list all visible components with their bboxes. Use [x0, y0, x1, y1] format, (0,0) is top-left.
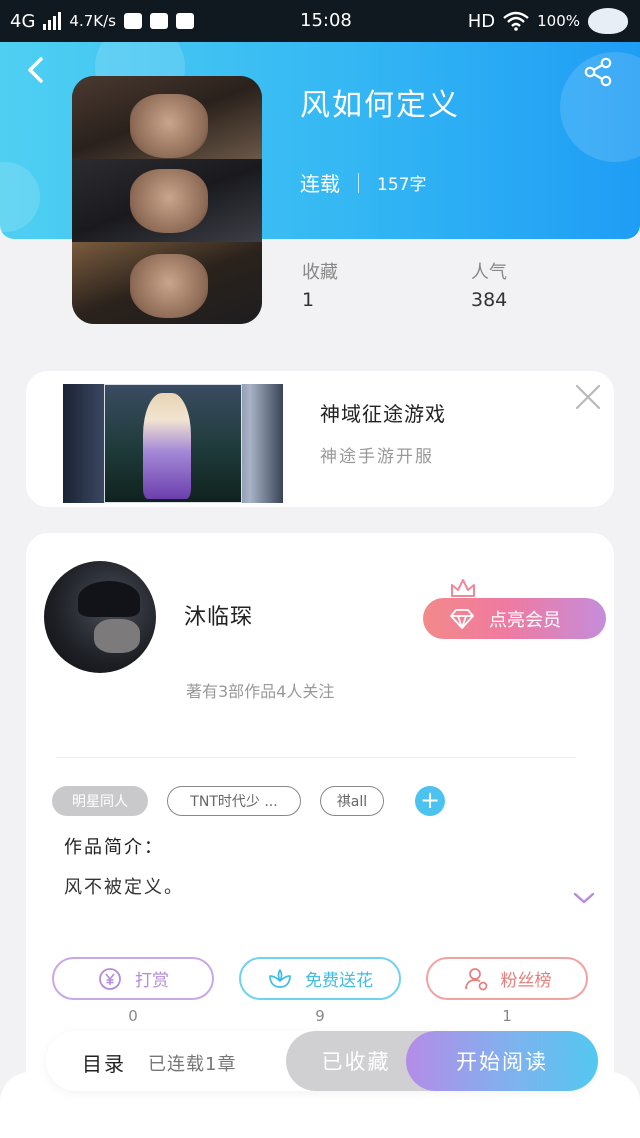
reward-button[interactable]: 打赏	[52, 957, 214, 1000]
ad-title[interactable]: 神域征途游戏	[320, 398, 446, 427]
fan-count: 1	[502, 1007, 512, 1025]
author-card: 沐临琛 著有3部作品4人关注 点亮会员 明星同人 TNT时代少 ... 祺all…	[26, 533, 614, 1093]
chapter-status: 已连载1章	[148, 1054, 237, 1075]
vip-button-label: 点亮会员	[489, 609, 561, 631]
book-title: 风如何定义	[300, 88, 460, 123]
bottom-action-bar: 目录 已连载1章 已收藏 开始阅读	[46, 1031, 598, 1091]
status-divider	[358, 172, 359, 193]
share-icon[interactable]	[582, 56, 614, 88]
crown-icon	[451, 579, 475, 597]
network-type: 4G	[10, 10, 36, 32]
cover-panel	[72, 76, 262, 159]
vip-button[interactable]: 点亮会员	[423, 598, 606, 639]
hd-indicator: HD	[467, 10, 496, 32]
cover-panel	[72, 159, 262, 242]
serial-status: 连载	[300, 172, 340, 196]
reward-label: 打赏	[135, 971, 169, 991]
chevron-down-icon[interactable]	[572, 889, 596, 907]
flower-icon	[269, 968, 291, 988]
word-count: 157字	[377, 175, 427, 195]
plus-icon[interactable]: +	[415, 786, 445, 816]
avatar-hat	[78, 581, 140, 617]
yen-coin-icon	[99, 967, 121, 990]
back-arrow-icon[interactable]	[22, 55, 52, 85]
book-cover[interactable]	[72, 76, 262, 324]
battery-level: 100%	[537, 12, 580, 30]
book-status-row: 连载 157字	[300, 168, 426, 197]
popularity-label: 人气	[471, 262, 507, 283]
wifi-icon	[503, 11, 529, 31]
decorative-bubble	[0, 162, 40, 232]
ad-subtitle: 神途手游开服	[320, 447, 434, 467]
send-flower-button[interactable]: 免费送花	[239, 957, 401, 1000]
intro-label: 作品简介：	[64, 837, 164, 858]
whale-icon	[588, 8, 628, 34]
start-reading-button[interactable]: 开始阅读	[406, 1031, 598, 1091]
reward-count: 0	[128, 1007, 138, 1025]
fan-ranking-label: 粉丝榜	[500, 971, 552, 991]
notification-mail-icon	[123, 13, 142, 29]
ad-card[interactable]: 神域征途游戏 神途手游开服	[26, 371, 614, 507]
intro-text: 风不被定义。	[64, 877, 184, 898]
ad-image[interactable]	[63, 384, 283, 503]
cover-face	[130, 94, 208, 158]
signal-icon	[43, 12, 62, 30]
cover-panel	[72, 242, 262, 324]
ad-image-scene	[104, 384, 242, 503]
author-meta: 著有3部作品4人关注	[186, 682, 335, 701]
fan-ranking-button[interactable]: 粉丝榜	[426, 957, 588, 1000]
tag-chip[interactable]: 明星同人	[52, 786, 148, 816]
favorites-label: 收藏	[302, 262, 338, 283]
flower-count: 9	[315, 1007, 325, 1025]
tag-chip[interactable]: 祺all	[320, 786, 384, 816]
network-speed: 4.7K/s	[69, 12, 116, 30]
notification-app-icon	[175, 13, 194, 29]
close-icon[interactable]	[574, 383, 602, 411]
fan-user-icon	[464, 967, 487, 990]
status-bar: 4G 4.7K/s 15:08 HD 100%	[0, 0, 640, 42]
ad-character	[143, 393, 191, 499]
section-divider	[56, 757, 576, 758]
avatar-hand	[94, 619, 140, 653]
table-of-contents-button[interactable]: 目录	[82, 1048, 126, 1077]
author-avatar[interactable]	[44, 561, 156, 673]
clock: 15:08	[300, 10, 352, 31]
cover-face	[130, 254, 208, 318]
diamond-icon	[450, 608, 474, 629]
popularity-value: 384	[471, 289, 508, 311]
author-name[interactable]: 沐临琛	[184, 599, 253, 631]
notification-mail-icon-2	[149, 13, 168, 29]
cover-face	[130, 169, 208, 233]
tag-chip[interactable]: TNT时代少 ...	[167, 786, 301, 816]
favorites-value: 1	[302, 289, 315, 311]
send-flower-label: 免费送花	[305, 971, 373, 991]
